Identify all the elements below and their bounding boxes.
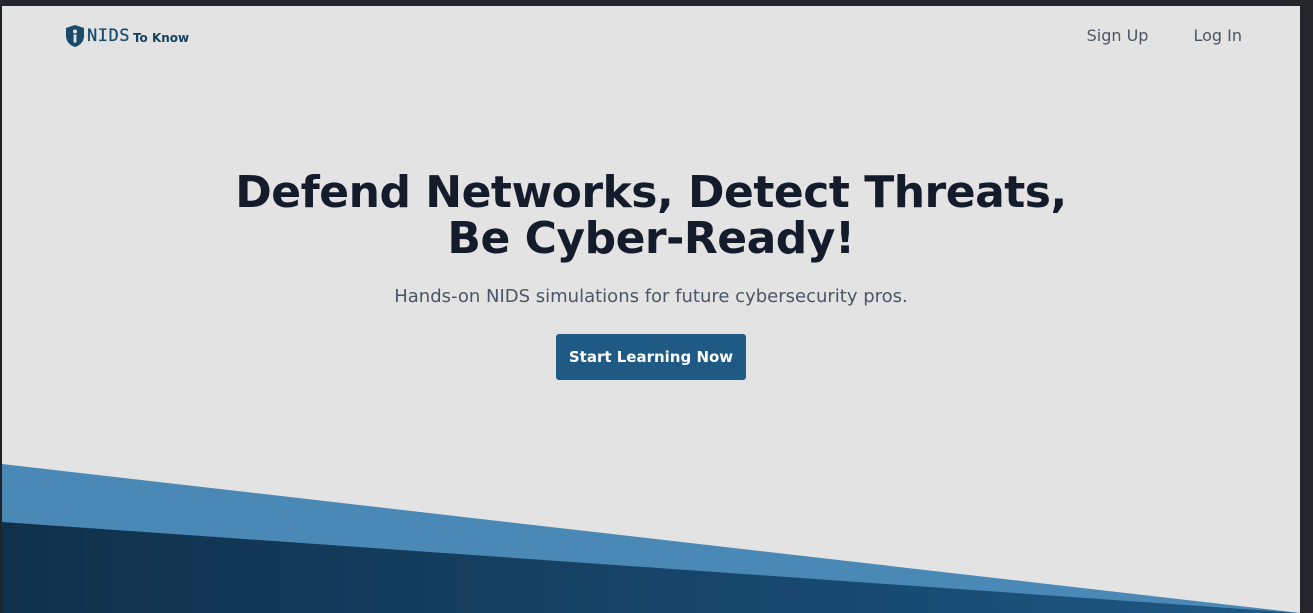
- landing-page: NIDS To Know Sign Up Log In Defend Netwo…: [2, 6, 1300, 613]
- decorative-waves: [2, 464, 1300, 613]
- window-right-edge: [1300, 0, 1313, 613]
